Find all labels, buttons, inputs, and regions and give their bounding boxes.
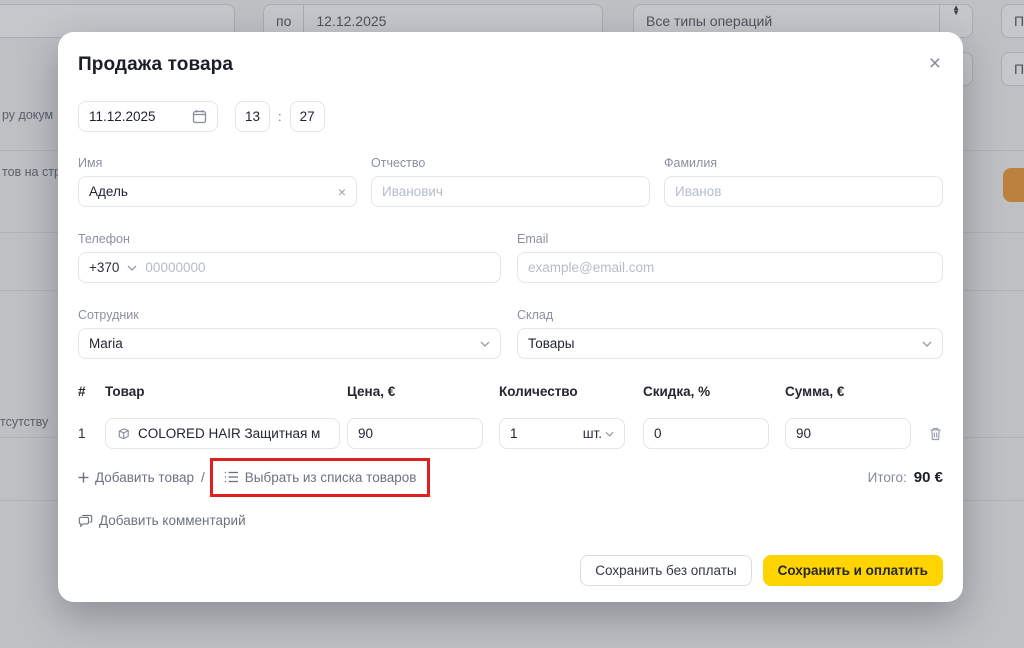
plus-icon	[78, 472, 89, 483]
choose-from-list-highlight: Выбрать из списка товаров	[210, 458, 431, 497]
minute-input[interactable]: 27	[290, 101, 325, 132]
email-label: Email	[517, 232, 943, 247]
date-input[interactable]: 11.12.2025	[78, 101, 218, 132]
sum-field[interactable]	[785, 418, 911, 449]
add-comment-button[interactable]: Добавить комментарий	[78, 512, 246, 529]
col-price: Цена, €	[347, 384, 483, 400]
time-separator: :	[278, 109, 282, 124]
quantity-field[interactable]: шт.	[499, 418, 625, 449]
save-without-payment-button[interactable]: Сохранить без оплаты	[580, 555, 751, 586]
col-quantity: Количество	[499, 384, 625, 400]
warehouse-select[interactable]: Товары	[517, 328, 943, 359]
modal-title: Продажа товара	[78, 54, 233, 76]
email-input[interactable]	[528, 260, 932, 275]
close-icon[interactable]: ×	[927, 54, 943, 74]
middle-name-input[interactable]	[382, 184, 639, 199]
phone-label: Телефон	[78, 232, 501, 247]
chevron-down-icon	[480, 341, 490, 347]
items-table-header: # Товар Цена, € Количество Скидка, % Сум…	[78, 384, 943, 400]
col-product: Товар	[105, 384, 340, 400]
trash-icon	[928, 426, 943, 442]
employee-select[interactable]: Maria	[78, 328, 501, 359]
warehouse-label: Склад	[517, 308, 943, 323]
unit-select[interactable]: шт.	[583, 426, 614, 441]
delete-row-button[interactable]	[928, 426, 943, 442]
calendar-icon	[192, 109, 207, 124]
warehouse-value: Товары	[528, 336, 574, 351]
row-index: 1	[78, 426, 105, 441]
hour-input[interactable]: 13	[235, 101, 270, 132]
discount-input[interactable]	[654, 426, 758, 441]
add-product-label: Добавить товар	[95, 470, 194, 485]
choose-from-list-label: Выбрать из списка товаров	[245, 470, 417, 485]
save-and-pay-button[interactable]: Сохранить и оплатить	[763, 555, 943, 586]
add-comment-label: Добавить комментарий	[99, 513, 246, 528]
add-product-button[interactable]: Добавить товар	[78, 470, 194, 485]
last-name-label: Фамилия	[664, 156, 943, 171]
first-name-label: Имя	[78, 156, 357, 171]
quantity-input[interactable]	[510, 426, 583, 441]
employee-label: Сотрудник	[78, 308, 501, 323]
sale-modal: Продажа товара × 11.12.2025 13 : 27 Имя …	[58, 32, 963, 602]
first-name-input[interactable]	[89, 184, 332, 199]
phone-code-select[interactable]: +370	[89, 260, 119, 275]
col-discount: Скидка, %	[643, 384, 769, 400]
choose-from-list-button[interactable]: Выбрать из списка товаров	[224, 470, 417, 485]
list-icon	[224, 471, 239, 483]
employee-value: Maria	[89, 336, 123, 351]
middle-name-field[interactable]	[371, 176, 650, 207]
chevron-down-icon	[605, 431, 614, 437]
unit-value: шт.	[583, 426, 602, 441]
chevron-down-icon[interactable]	[127, 265, 137, 271]
total-label: Итого:	[868, 470, 907, 485]
col-index: #	[78, 384, 105, 400]
last-name-input[interactable]	[675, 184, 932, 199]
price-input[interactable]	[358, 426, 472, 441]
total: Итого: 90 €	[868, 469, 943, 486]
col-sum: Сумма, €	[785, 384, 911, 400]
last-name-field[interactable]	[664, 176, 943, 207]
table-row: 1 COLORED HAIR Защитная м шт.	[78, 418, 943, 449]
date-value: 11.12.2025	[89, 109, 156, 124]
sum-input[interactable]	[796, 426, 900, 441]
product-value: COLORED HAIR Защитная м	[138, 426, 320, 441]
chevron-down-icon	[922, 341, 932, 347]
clear-icon[interactable]: ×	[332, 184, 346, 200]
phone-field[interactable]: +370	[78, 252, 501, 283]
box-icon	[116, 426, 131, 441]
price-field[interactable]	[347, 418, 483, 449]
email-field[interactable]	[517, 252, 943, 283]
phone-number-input[interactable]	[145, 260, 490, 275]
discount-field[interactable]	[643, 418, 769, 449]
actions-separator: /	[201, 470, 205, 485]
comment-icon	[78, 514, 93, 528]
middle-name-label: Отчество	[371, 156, 650, 171]
total-value: 90 €	[914, 469, 943, 486]
first-name-field[interactable]: ×	[78, 176, 357, 207]
product-select[interactable]: COLORED HAIR Защитная м	[105, 418, 340, 449]
